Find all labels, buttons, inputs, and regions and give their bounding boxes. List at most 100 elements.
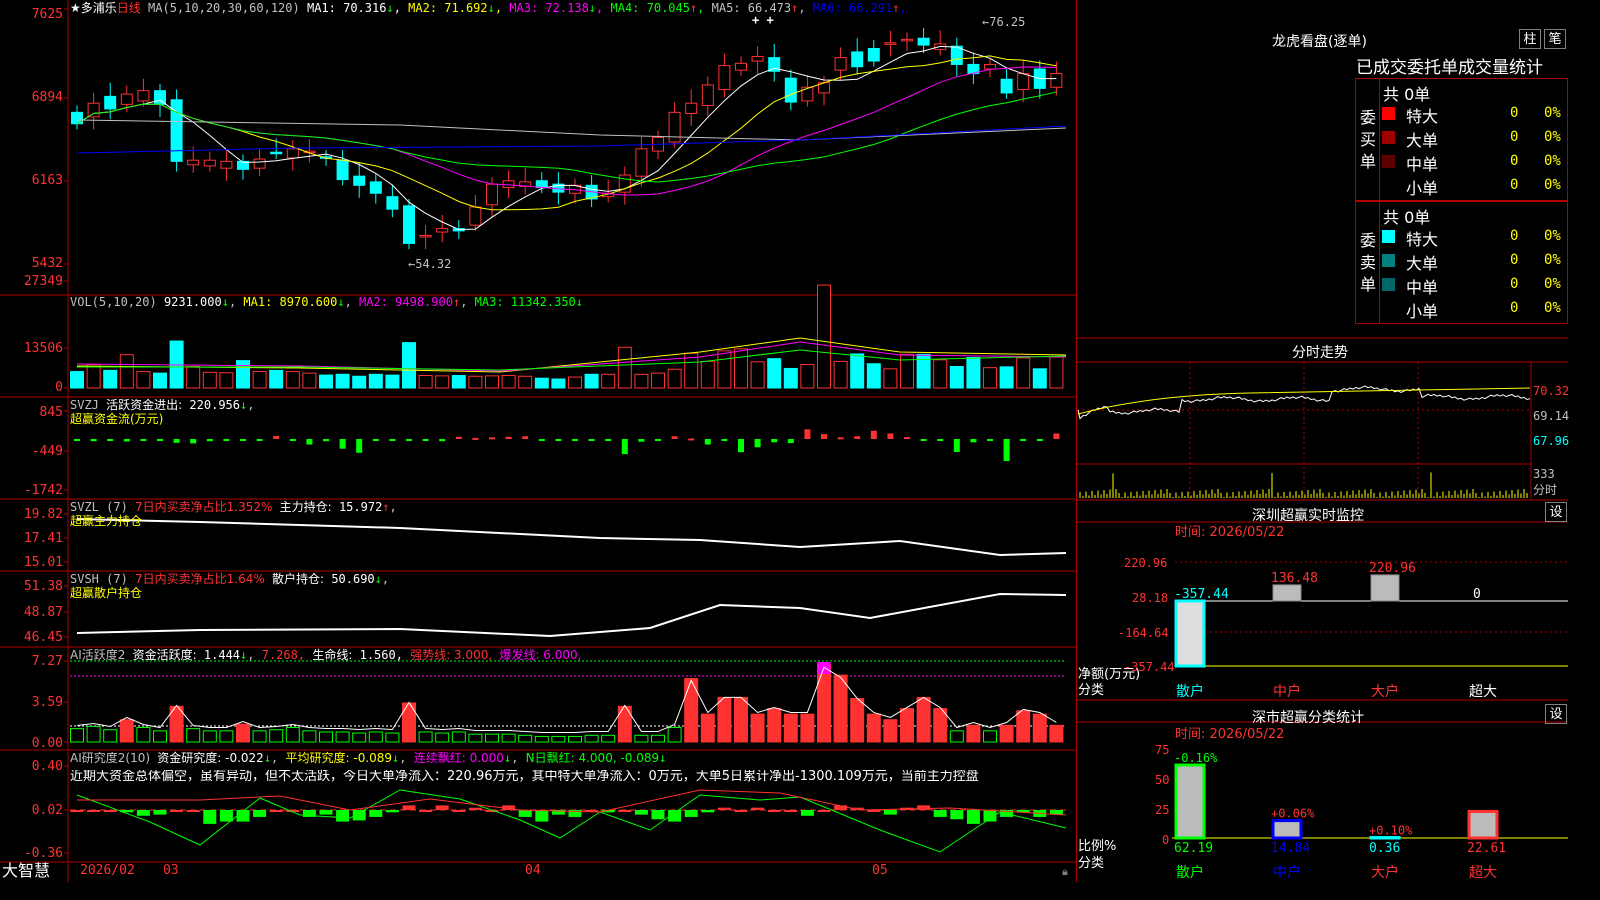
volume-bar [617,346,632,389]
candle-body [1050,73,1063,88]
buy-row-pct: 0% [1544,153,1561,169]
volume-bar [983,367,997,389]
candle-body [137,90,150,102]
ma-legend-item: MA1: 70.316↓, [306,1,401,15]
research-bar [518,810,532,817]
cls-bar-delta: -0.16% [1174,751,1218,765]
capital-flow-bar [987,439,993,441]
sz-tick: 28.18 [1132,591,1169,605]
sell-row-value: 0 [1510,300,1519,316]
bar-view-button[interactable]: 柱 [1519,29,1541,49]
activity-bar [385,732,400,743]
activity-bar [916,696,931,743]
capital-flow-bar [289,439,296,441]
capital-flow-bar [870,430,877,439]
candle-body [120,93,133,105]
capital-flow-bar [937,439,944,441]
sell-swatch [1382,254,1395,267]
ma-params: MA(5,10,20,30,60,120) [148,1,300,15]
candle-body [419,234,432,238]
sz-bar-value: 0 [1473,587,1481,602]
tab-stats[interactable]: 统计 [1509,58,1543,78]
buy-row-value: 0 [1510,153,1519,169]
volume-bar [1016,357,1031,389]
research-bar [634,810,648,815]
buy-row-label: 大单 [1406,131,1439,150]
ai-research-tick: -0.36 [23,846,63,861]
candle-body [984,63,996,70]
research-bar [402,805,416,810]
tab-orders[interactable]: 委托单 [1407,58,1458,78]
svzj-tick: 845 [39,405,63,420]
capital-flow-bar [190,439,197,444]
fenshi-vol-tick: 分时 [1533,483,1558,497]
sell-row-pct: 0% [1544,300,1561,316]
capital-flow-bar [173,439,180,443]
capital-flow-bar [887,433,894,439]
capital-flow-bar [837,437,844,440]
cls-tick: 75 [1155,743,1170,757]
volume-bar [269,369,284,389]
candle-body [154,90,166,105]
volume-bar [966,356,981,389]
activity-bar [219,730,234,743]
activity-bar [667,727,682,743]
cls-bar-delta: +0.10% [1369,824,1413,838]
tick-view-button[interactable]: 笔 [1544,29,1566,49]
sz-monitor-settings-button[interactable]: 设 [1545,502,1567,522]
research-bar [684,810,698,817]
activity-bar [1049,724,1064,743]
buy-row-pct: 0% [1544,129,1561,145]
activity-bar [584,734,599,743]
sell-row-value: 0 [1510,228,1519,244]
volume-bar [949,365,964,389]
ai-research-tick: 0.40 [31,759,63,774]
panel-title: 龙虎看盘(逐单) [1272,34,1367,50]
research-bar [734,810,748,812]
period-label[interactable]: 日线 [117,1,141,15]
volume-bar [468,375,483,389]
sz-tick: -164.64 [1118,626,1169,640]
capital-flow-bar [671,436,678,439]
activity-bar [368,731,383,743]
capital-flow-bar [256,439,263,441]
research-bar [319,810,333,815]
candle-body [917,37,930,46]
svsh-tick: 46.45 [23,630,63,645]
activity-bar [136,727,151,743]
ai-research-tick: 0.02 [31,803,63,818]
volume-bar [485,375,499,389]
candle-body [369,181,382,194]
candle-body [353,175,366,186]
capital-flow-bar [422,439,429,441]
sz-unit2: 分类 [1078,683,1105,698]
activity-bar [817,663,831,743]
capital-flow-bar [572,439,578,441]
candle-body [535,180,548,189]
tab-volume[interactable]: 成交量 [1458,58,1509,78]
activity-bar [634,734,649,743]
candle-body [884,42,897,45]
activity-bar [485,733,499,743]
candle-body [735,62,747,71]
sell-row-value: 0 [1510,252,1519,268]
activity-bar [119,719,134,743]
sz-class-settings-button[interactable]: 设 [1545,704,1567,724]
volume-bar [302,372,317,389]
volume-bar [518,375,533,389]
lock-icon[interactable]: 🔒︎ [1062,865,1068,879]
volume-bar [551,378,566,389]
capital-flow-bar [821,434,827,439]
activity-bar [767,708,782,743]
stock-name[interactable]: ★多浦乐 [70,1,117,15]
candle-body [851,51,864,68]
tab-filled[interactable]: 已成交 [1356,58,1407,78]
sell-row-pct: 0% [1544,228,1561,244]
main-holding-line [76,518,1067,557]
activity-bar [285,727,300,743]
activity-bar [418,731,433,743]
sz-category-label: 超大 [1469,684,1497,700]
ai-active-legend: AI活跃度2 资金活跃度: 1.444↓, 7.268, 生命线: 1.560,… [70,648,582,662]
cls-category-label: 散户 [1176,864,1204,881]
capital-flow-bar [904,437,910,440]
